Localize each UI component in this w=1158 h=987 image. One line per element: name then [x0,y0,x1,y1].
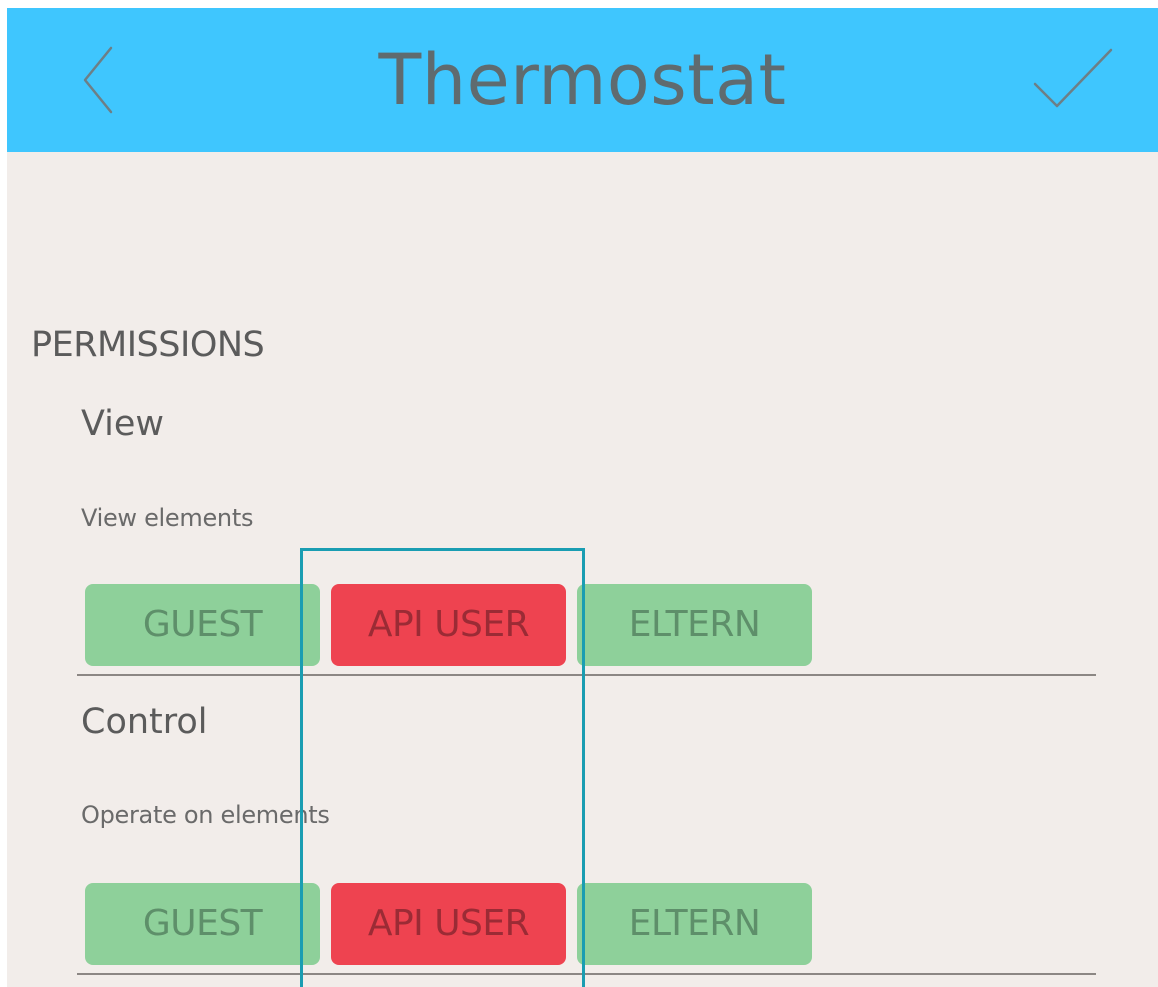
role-button-eltern[interactable]: ELTERN [577,584,812,666]
confirm-button[interactable] [1031,44,1117,114]
permission-title: Control [81,702,208,742]
page-title: Thermostat [378,39,787,121]
role-button-eltern[interactable]: ELTERN [577,883,812,965]
role-button-guest[interactable]: GUEST [85,883,320,965]
role-button-guest[interactable]: GUEST [85,584,320,666]
divider [77,973,1096,975]
role-button-api-user[interactable]: API USER [331,883,566,965]
back-button[interactable] [75,44,125,116]
role-button-api-user[interactable]: API USER [331,584,566,666]
permission-description: Operate on elements [81,801,330,829]
permission-description: View elements [81,504,254,532]
checkmark-icon [1033,48,1113,108]
app-screen: Thermostat PERMISSIONS View View element… [7,8,1158,987]
section-title: PERMISSIONS [31,325,265,365]
permission-title: View [81,404,165,444]
chevron-left-icon [83,46,113,114]
app-header: Thermostat [7,8,1158,152]
divider [77,674,1096,676]
